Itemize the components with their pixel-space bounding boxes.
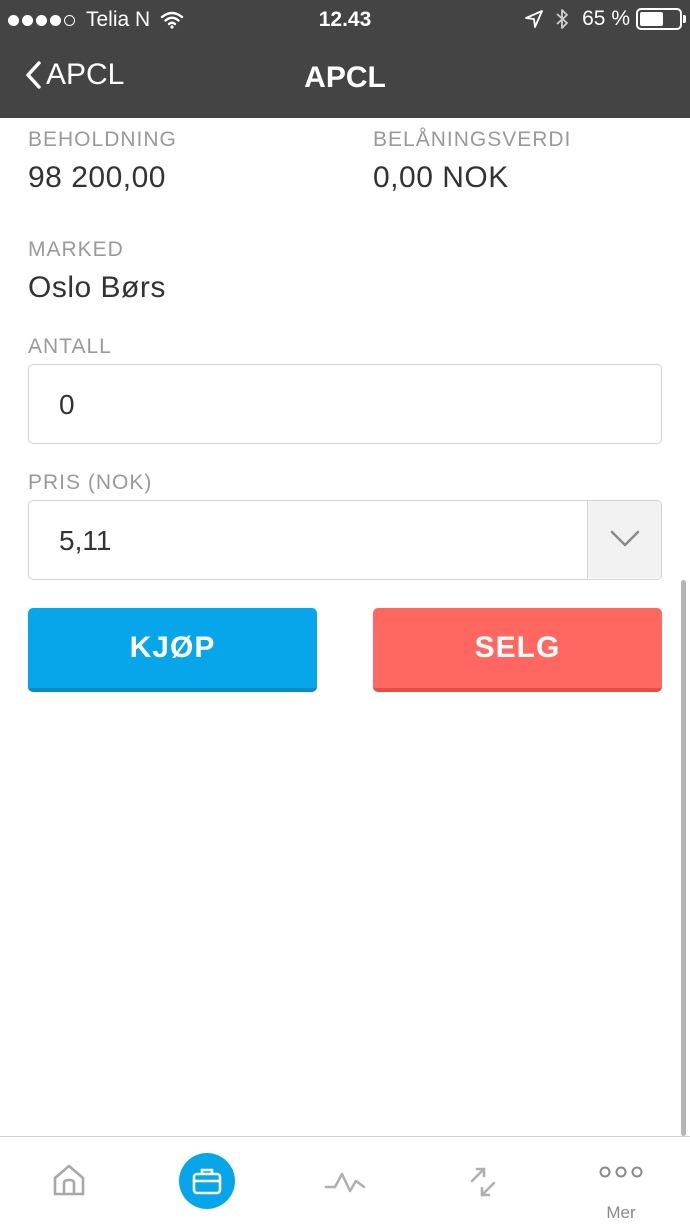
more-icon [599, 1166, 643, 1178]
briefcase-icon [192, 1168, 222, 1195]
tab-bar: Mer [0, 1136, 690, 1227]
tab-market[interactable] [276, 1137, 414, 1227]
tab-more-label: Mer [606, 1203, 636, 1222]
page-title: APCL [304, 61, 386, 94]
tab-home[interactable] [0, 1137, 138, 1227]
nav-bar: APCL APCL [0, 40, 690, 118]
beholdning-value: 98 200,00 [28, 161, 166, 194]
price-input[interactable]: 5,11 [28, 500, 662, 580]
scrollbar[interactable] [681, 580, 686, 1136]
belaningsverdi-value: 0,00 NOK [373, 161, 509, 194]
market-label: MARKED [28, 238, 124, 261]
battery-percentage: 65 % [582, 7, 630, 30]
tab-transfer[interactable] [414, 1137, 552, 1227]
bluetooth-icon [556, 9, 569, 29]
buy-button[interactable]: KJØP [28, 608, 317, 692]
market-value: Oslo Børs [28, 271, 166, 304]
belaningsverdi-label: BELÅNINGSVERDI [373, 128, 572, 151]
price-dropdown-button[interactable] [587, 501, 661, 578]
price-input-value: 5,11 [59, 525, 112, 556]
top-bar: Telia N 12.43 65 % APCL APCL [0, 0, 690, 118]
sell-button[interactable]: SELG [373, 608, 662, 692]
battery-icon [636, 8, 686, 30]
quantity-input[interactable]: 0 [28, 364, 662, 444]
chevron-down-icon [610, 530, 640, 547]
quantity-input-value: 0 [59, 389, 75, 420]
beholdning-label: BEHOLDNING [28, 128, 177, 151]
chart-line-icon [324, 1172, 366, 1193]
price-label: PRIS (NOK) [28, 471, 153, 494]
location-arrow-icon [525, 10, 544, 28]
status-right: 65 % [524, 7, 686, 31]
transfer-icon [470, 1167, 496, 1197]
quantity-label: ANTALL [28, 335, 112, 358]
tab-more[interactable]: Mer [552, 1137, 690, 1227]
tab-portfolio[interactable] [138, 1137, 276, 1227]
status-bar: Telia N 12.43 65 % [0, 0, 690, 40]
battery-level [640, 12, 664, 26]
home-icon [53, 1164, 85, 1196]
